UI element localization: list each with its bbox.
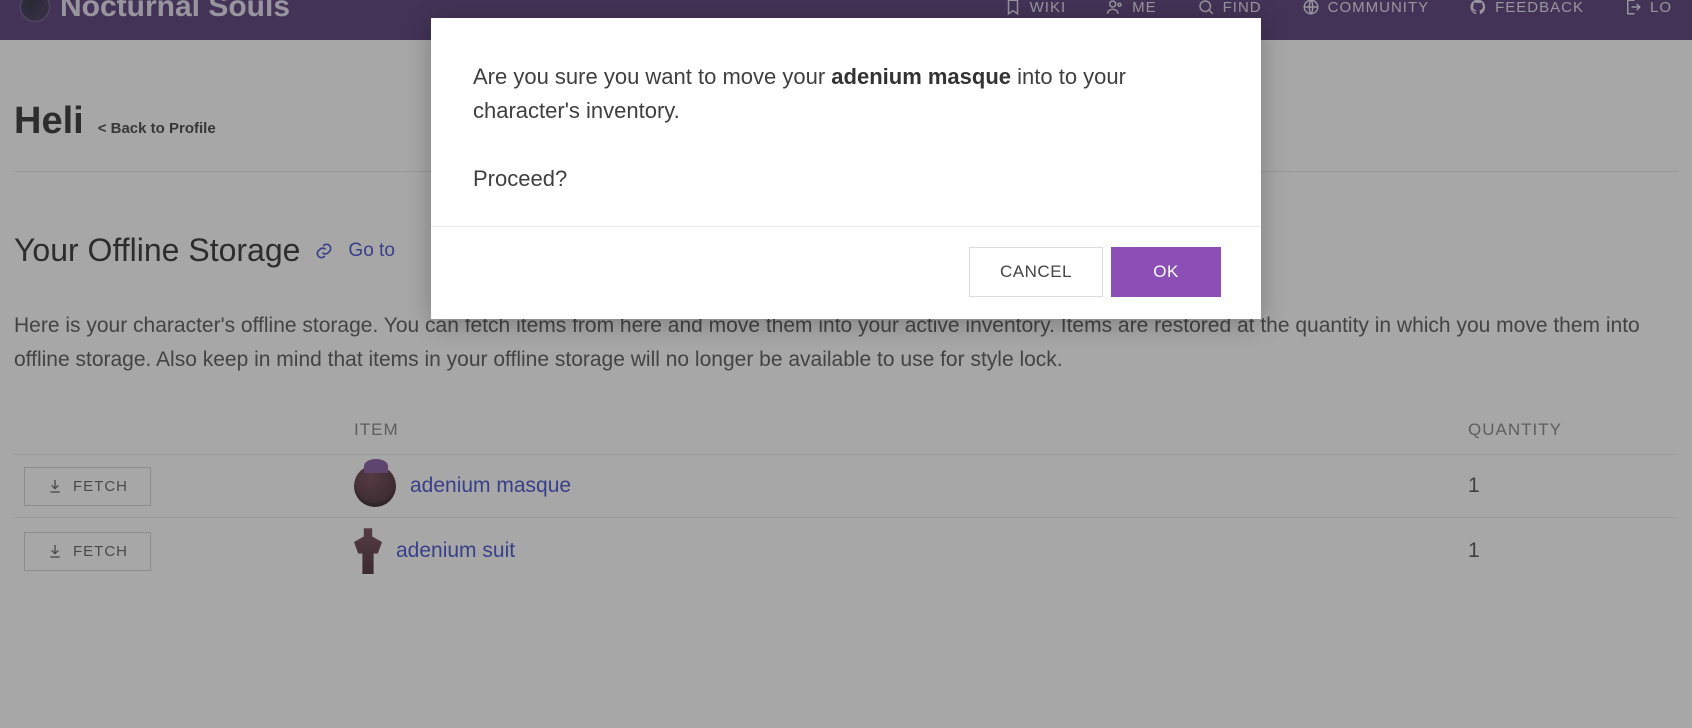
modal-footer: CANCEL OK [431,226,1261,319]
modal-message: Are you sure you want to move your adeni… [473,60,1219,128]
cancel-button[interactable]: CANCEL [969,247,1103,297]
modal-overlay[interactable]: Are you sure you want to move your adeni… [0,0,1692,728]
modal-body: Are you sure you want to move your adeni… [431,18,1261,226]
modal-msg-prefix: Are you sure you want to move your [473,64,831,89]
modal-proceed: Proceed? [473,162,1219,196]
ok-button[interactable]: OK [1111,247,1221,297]
confirm-modal: Are you sure you want to move your adeni… [431,18,1261,319]
modal-item-name: adenium masque [831,64,1011,89]
